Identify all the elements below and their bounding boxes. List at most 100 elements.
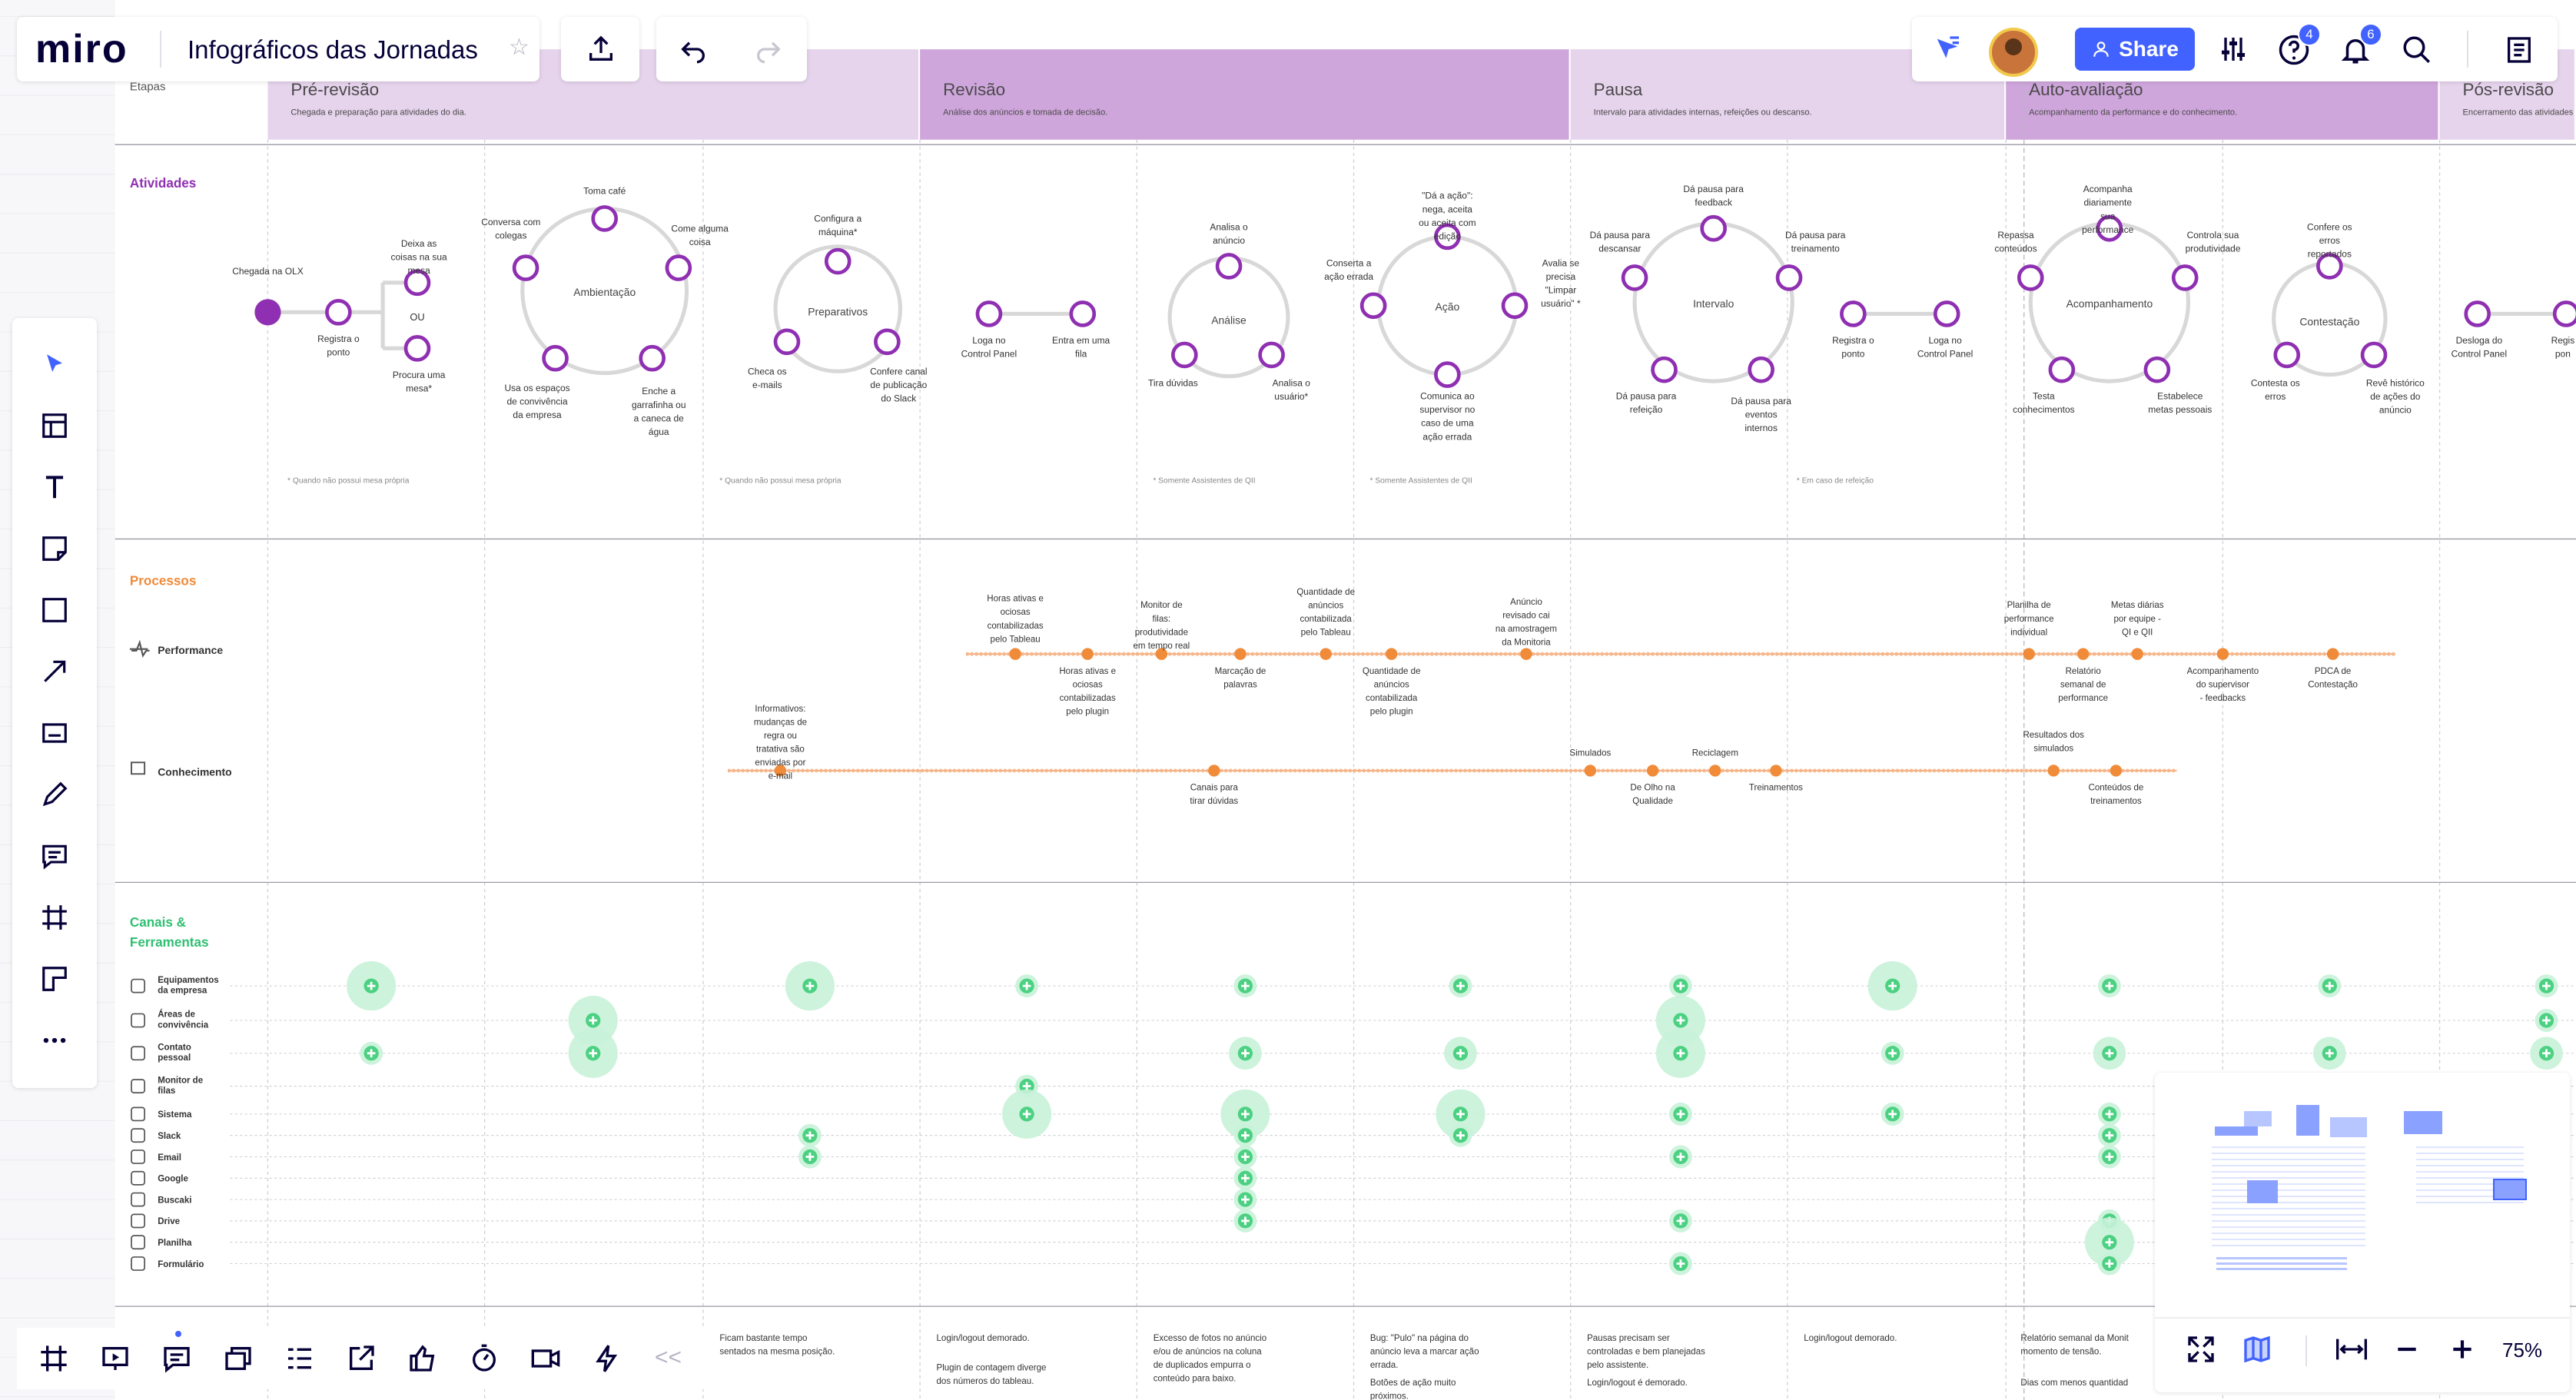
- outline-button[interactable]: [277, 1335, 323, 1382]
- channel-label: Formulário: [158, 1260, 204, 1269]
- zoom-out-icon[interactable]: [2392, 1334, 2422, 1365]
- activity-node[interactable]: [1621, 264, 1648, 291]
- activity-node[interactable]: [1069, 300, 1097, 327]
- notes-list-icon[interactable]: [2504, 34, 2535, 66]
- activity-node[interactable]: [403, 335, 431, 362]
- activity-node[interactable]: [824, 247, 851, 275]
- user-avatar[interactable]: [1989, 28, 2038, 77]
- comment-tool[interactable]: [19, 831, 90, 881]
- process-point[interactable]: [2326, 648, 2339, 660]
- comments-button[interactable]: [154, 1335, 200, 1382]
- zoom-in-icon[interactable]: [2447, 1334, 2478, 1365]
- start-node[interactable]: [254, 299, 281, 326]
- cards-button[interactable]: [215, 1335, 261, 1382]
- process-point[interactable]: [1208, 765, 1220, 777]
- process-point[interactable]: [1770, 765, 1782, 777]
- shape-tool[interactable]: [19, 586, 90, 635]
- miro-logo[interactable]: miro: [35, 26, 128, 72]
- zoom-level[interactable]: 75%: [2502, 1339, 2542, 1362]
- frames-button[interactable]: [31, 1335, 77, 1382]
- performance-label: Performance: [158, 644, 223, 656]
- undo-icon[interactable]: [678, 34, 709, 65]
- search-icon[interactable]: [2401, 34, 2433, 66]
- video-button[interactable]: [523, 1335, 569, 1382]
- process-point[interactable]: [1081, 648, 1094, 660]
- process-point[interactable]: [2216, 648, 2229, 660]
- activity-node[interactable]: [2273, 341, 2301, 369]
- activity-node[interactable]: [975, 300, 1003, 327]
- activity-node[interactable]: [639, 344, 666, 372]
- more-tools[interactable]: [19, 1016, 90, 1065]
- templates-tool[interactable]: [19, 401, 90, 450]
- select-tool[interactable]: [19, 340, 90, 389]
- activity-node[interactable]: [542, 344, 569, 372]
- presentation-button[interactable]: [92, 1335, 138, 1382]
- text-tool[interactable]: [19, 463, 90, 512]
- process-point[interactable]: [1320, 648, 1332, 660]
- activity-node[interactable]: [1501, 292, 1529, 320]
- card-tool[interactable]: [19, 708, 90, 758]
- export-button[interactable]: [561, 17, 639, 81]
- sticky-note-tool[interactable]: [19, 524, 90, 573]
- process-point[interactable]: [2076, 648, 2090, 660]
- stage-header[interactable]: [920, 49, 1569, 140]
- activity-node[interactable]: [1933, 300, 1960, 327]
- activity-node[interactable]: [2048, 356, 2076, 383]
- activity-node[interactable]: [2552, 300, 2576, 327]
- activity-node[interactable]: [2360, 341, 2388, 369]
- channel-icon: [131, 1079, 145, 1093]
- process-point[interactable]: [1646, 765, 1659, 777]
- activity-node[interactable]: [1258, 341, 1285, 369]
- activity-node[interactable]: [773, 328, 801, 356]
- activity-node[interactable]: [1171, 341, 1198, 369]
- pain-point-note: Plugin de contagem diverge dos números do…: [937, 1364, 1047, 1387]
- activity-node[interactable]: [874, 328, 901, 356]
- process-point[interactable]: [1520, 648, 1532, 660]
- collapse-toolbar-button[interactable]: <<: [655, 1345, 682, 1371]
- activity-node[interactable]: [665, 254, 692, 281]
- process-point[interactable]: [2131, 648, 2143, 660]
- minimap-viewport[interactable]: [2493, 1179, 2527, 1200]
- activity-node[interactable]: [2171, 264, 2199, 291]
- kanban-tool[interactable]: [19, 954, 90, 1004]
- cursor-follow-icon[interactable]: [1930, 34, 1964, 65]
- reactions-button[interactable]: [400, 1335, 446, 1382]
- process-point[interactable]: [1385, 648, 1398, 660]
- activity-node[interactable]: [2143, 356, 2171, 383]
- activity-node[interactable]: [325, 298, 352, 326]
- board-title[interactable]: Infográficos das Jornadas: [188, 35, 478, 65]
- map-icon[interactable]: [2241, 1334, 2273, 1365]
- frame-tool[interactable]: [19, 893, 90, 942]
- activity-node[interactable]: [1700, 214, 1727, 242]
- activity-node[interactable]: [512, 254, 539, 281]
- process-point[interactable]: [1584, 765, 1597, 777]
- process-point[interactable]: [1009, 648, 1021, 660]
- process-point[interactable]: [2110, 765, 2123, 777]
- share-button[interactable]: Share: [2075, 28, 2195, 71]
- pen-tool[interactable]: [19, 770, 90, 819]
- star-icon[interactable]: ☆: [509, 34, 529, 61]
- activity-node[interactable]: [2464, 300, 2491, 327]
- process-point[interactable]: [1234, 648, 1247, 660]
- process-point[interactable]: [2047, 765, 2060, 777]
- activity-node[interactable]: [1434, 361, 1461, 388]
- activity-node[interactable]: [1840, 300, 1867, 327]
- activity-node[interactable]: [591, 205, 619, 232]
- process-point[interactable]: [1709, 765, 1721, 777]
- activity-node[interactable]: [2017, 264, 2044, 291]
- fit-width-icon[interactable]: [2333, 1334, 2370, 1365]
- integrations-button[interactable]: [584, 1335, 630, 1382]
- timer-button[interactable]: [461, 1335, 507, 1382]
- activity-node[interactable]: [1215, 253, 1243, 280]
- minimap[interactable]: [2170, 1088, 2554, 1303]
- activity-node[interactable]: [1748, 356, 1774, 383]
- fullscreen-icon[interactable]: [2186, 1334, 2216, 1365]
- process-point[interactable]: [2023, 648, 2035, 660]
- share-screen-button[interactable]: [338, 1335, 384, 1382]
- activity-node[interactable]: [1359, 292, 1387, 320]
- activity-node[interactable]: [1775, 264, 1803, 291]
- connector-tool[interactable]: [19, 647, 90, 696]
- redo-icon[interactable]: [753, 34, 784, 65]
- activity-node[interactable]: [1651, 356, 1678, 383]
- settings-sliders-icon[interactable]: [2216, 34, 2250, 65]
